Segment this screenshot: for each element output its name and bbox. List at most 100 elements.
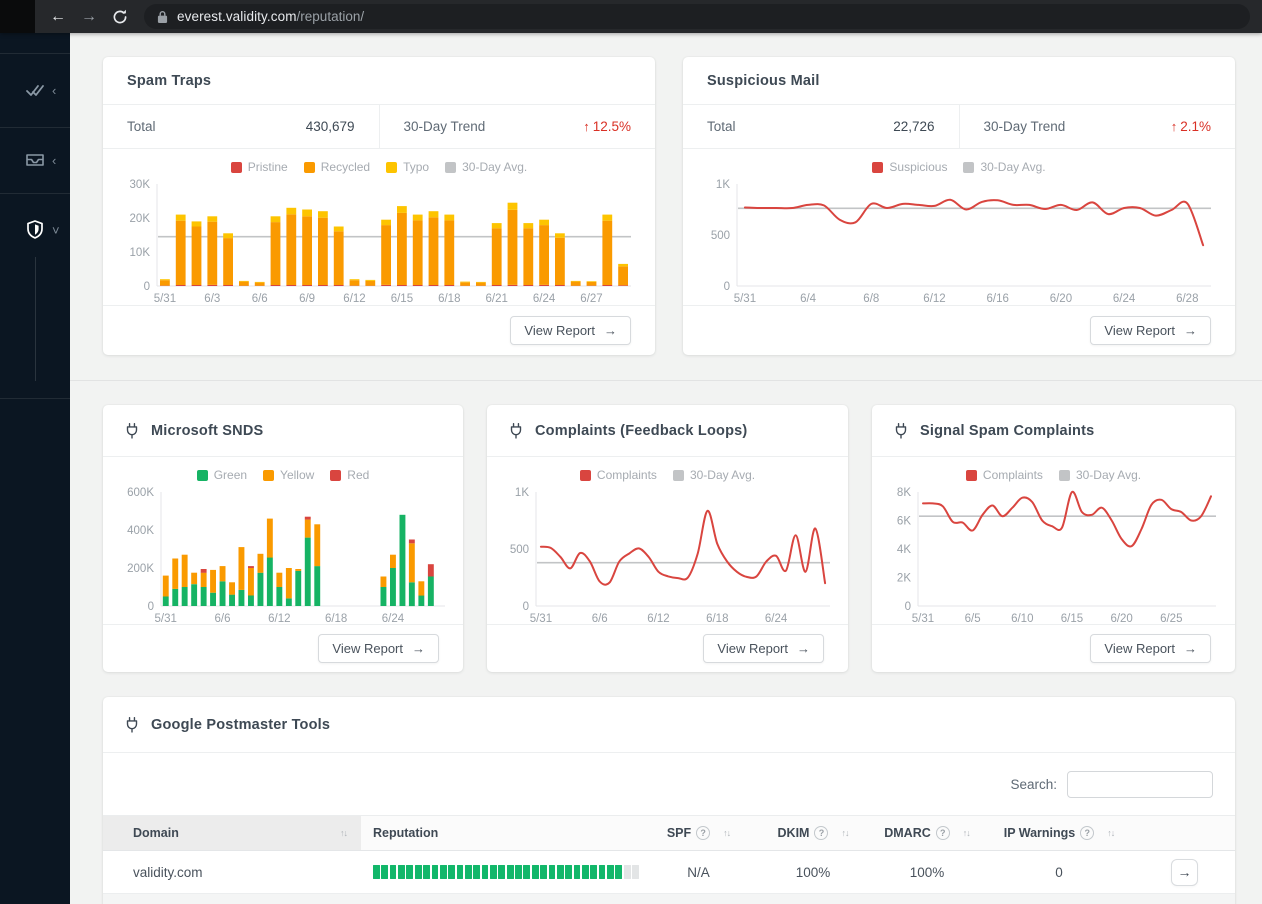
card-title: Google Postmaster Tools <box>151 716 331 733</box>
stat-value: 430,679 <box>305 119 355 134</box>
svg-text:4K: 4K <box>896 544 910 556</box>
view-report-button[interactable]: View Report → <box>1090 316 1211 345</box>
svg-text:6K: 6K <box>896 516 910 528</box>
help-icon[interactable]: ? <box>1080 826 1095 840</box>
legend-chip <box>672 469 684 481</box>
section-divider <box>70 380 1262 381</box>
legend-chip <box>1058 469 1070 481</box>
trend-stat: 30-Day Trend ↑ 12.5% <box>378 105 656 148</box>
sidebar-item-lists[interactable]: ‹ <box>0 70 70 110</box>
url-host: everest.validity.com <box>177 9 297 24</box>
chart-legend: Complaints 30-Day Avg. <box>872 468 1235 482</box>
svg-text:5/31: 5/31 <box>734 293 756 305</box>
sidebar-item-inbox[interactable]: ‹ <box>0 140 70 180</box>
svg-text:6/12: 6/12 <box>923 293 945 305</box>
help-icon[interactable]: ? <box>814 826 829 840</box>
legend-chip <box>872 161 884 173</box>
svg-text:0: 0 <box>724 281 730 293</box>
svg-text:1K: 1K <box>514 487 528 499</box>
dmarc-cell: 100% <box>909 864 945 880</box>
sort-icon[interactable]: ↑↓ <box>841 828 849 838</box>
column-header-dmarc[interactable]: DMARC? ↑↓ <box>870 826 984 840</box>
chevron-left-icon: ‹ <box>52 152 57 168</box>
sidebar-submenu-line <box>35 257 36 381</box>
spam-traps-chart: 0 10K 20K 30K 5/31 6/3 6/6 6/9 6/12 6/15 6/18 6/21 6… <box>130 179 631 305</box>
column-header-spf[interactable]: SPF? ↑↓ <box>641 826 756 840</box>
svg-text:6/9: 6/9 <box>299 293 315 305</box>
tab-strip-corner <box>0 0 35 33</box>
help-icon[interactable]: ? <box>935 826 950 840</box>
svg-text:500: 500 <box>509 544 528 556</box>
legend-chip <box>230 161 242 173</box>
snds-chart: 0200K400K600K5/31 6/6 6/12 6/18 6/24 <box>127 487 445 625</box>
plug-icon <box>510 422 522 439</box>
chart-legend: Suspicious 30-Day Avg. <box>683 160 1235 174</box>
ip-warnings-cell: 0 <box>1055 864 1063 880</box>
view-report-button[interactable]: View Report → <box>703 634 824 663</box>
svg-text:6/27: 6/27 <box>580 293 602 305</box>
svg-text:6/20: 6/20 <box>1050 293 1072 305</box>
svg-text:30K: 30K <box>130 179 151 191</box>
chart-legend: Green Yellow Red <box>103 468 463 482</box>
complaints-card: Complaints (Feedback Loops) Complaints 30… <box>487 405 848 672</box>
card-title: Complaints (Feedback Loops) <box>535 422 748 439</box>
svg-text:6/15: 6/15 <box>391 293 413 305</box>
view-report-button[interactable]: View Report → <box>318 634 439 663</box>
column-header-dkim[interactable]: DKIM? ↑↓ <box>756 826 870 840</box>
double-check-icon <box>26 85 44 96</box>
signal-spam-chart: 02K4K6K8K5/31 6/5 6/10 6/15 6/20 6/25 <box>896 487 1216 625</box>
view-report-button[interactable]: View Report → <box>1090 634 1211 663</box>
search-label: Search: <box>1010 776 1057 792</box>
legend-chip <box>445 161 457 173</box>
browser-forward-button[interactable]: → <box>81 8 97 25</box>
legend-item: Pristine <box>230 160 288 174</box>
svg-text:0: 0 <box>522 601 528 613</box>
chevron-left-icon: ‹ <box>52 82 57 98</box>
legend-chip <box>263 469 275 481</box>
lock-icon <box>157 10 168 23</box>
svg-text:6/4: 6/4 <box>800 293 817 305</box>
row-detail-arrow-button[interactable]: → <box>1171 858 1198 886</box>
total-stat: Total 430,679 <box>103 105 379 148</box>
legend-chip <box>965 469 977 481</box>
legend-item: 30-Day Avg. <box>672 468 755 482</box>
sidebar-item-reputation[interactable]: ˅ <box>0 210 70 250</box>
svg-text:20K: 20K <box>130 213 151 225</box>
legend-item: Complaints <box>579 468 657 482</box>
legend-chip <box>386 161 398 173</box>
legend-item: Red <box>330 468 369 482</box>
sort-icon[interactable]: ↑↓ <box>1107 828 1115 838</box>
sort-icon[interactable]: ↑↓ <box>723 828 731 838</box>
browser-back-button[interactable]: ← <box>50 8 66 25</box>
right-arrow-icon: → <box>412 641 425 656</box>
trend-value: ↑ 12.5% <box>583 119 631 134</box>
legend-item: Typo <box>386 160 429 174</box>
shield-icon <box>27 220 43 239</box>
legend-item: 30-Day Avg. <box>1058 468 1141 482</box>
browser-reload-button[interactable] <box>112 9 128 25</box>
column-header-domain[interactable]: Domain ↑↓ <box>103 816 361 850</box>
card-title: Spam Traps <box>103 57 655 105</box>
microsoft-snds-card: Microsoft SNDS Green Yellow Red 0 200K 400K 6… <box>103 405 463 672</box>
right-arrow-icon: → <box>1184 641 1197 656</box>
help-icon[interactable]: ? <box>696 826 711 840</box>
spf-cell: N/A <box>687 864 710 880</box>
view-report-button[interactable]: View Report → <box>510 316 631 345</box>
svg-text:6/24: 6/24 <box>1113 293 1136 305</box>
column-header-ip-warnings[interactable]: IP Warnings? ↑↓ <box>984 826 1134 840</box>
signal-spam-card: Signal Spam Complaints Complaints 30-Day … <box>872 405 1235 672</box>
search-input[interactable] <box>1067 770 1213 798</box>
svg-text:5/31: 5/31 <box>154 293 176 305</box>
svg-text:6/18: 6/18 <box>438 293 460 305</box>
table-row: validity.com N/A 100% 100% 0 → <box>103 851 1235 894</box>
legend-item: 30-Day Avg. <box>445 160 527 174</box>
address-bar[interactable]: everest.validity.com/reputation/ <box>144 4 1250 29</box>
trend-up-icon: ↑ <box>583 119 590 134</box>
column-header-reputation: Reputation <box>373 826 439 840</box>
sort-icon[interactable]: ↑↓ <box>340 828 348 838</box>
svg-text:6/8: 6/8 <box>863 293 879 305</box>
domain-cell: validity.com <box>133 864 203 880</box>
sort-icon[interactable]: ↑↓ <box>963 828 971 838</box>
svg-text:6/6: 6/6 <box>252 293 268 305</box>
complaints-chart: 05001K5/31 6/6 6/12 6/18 6/24 <box>509 487 830 625</box>
